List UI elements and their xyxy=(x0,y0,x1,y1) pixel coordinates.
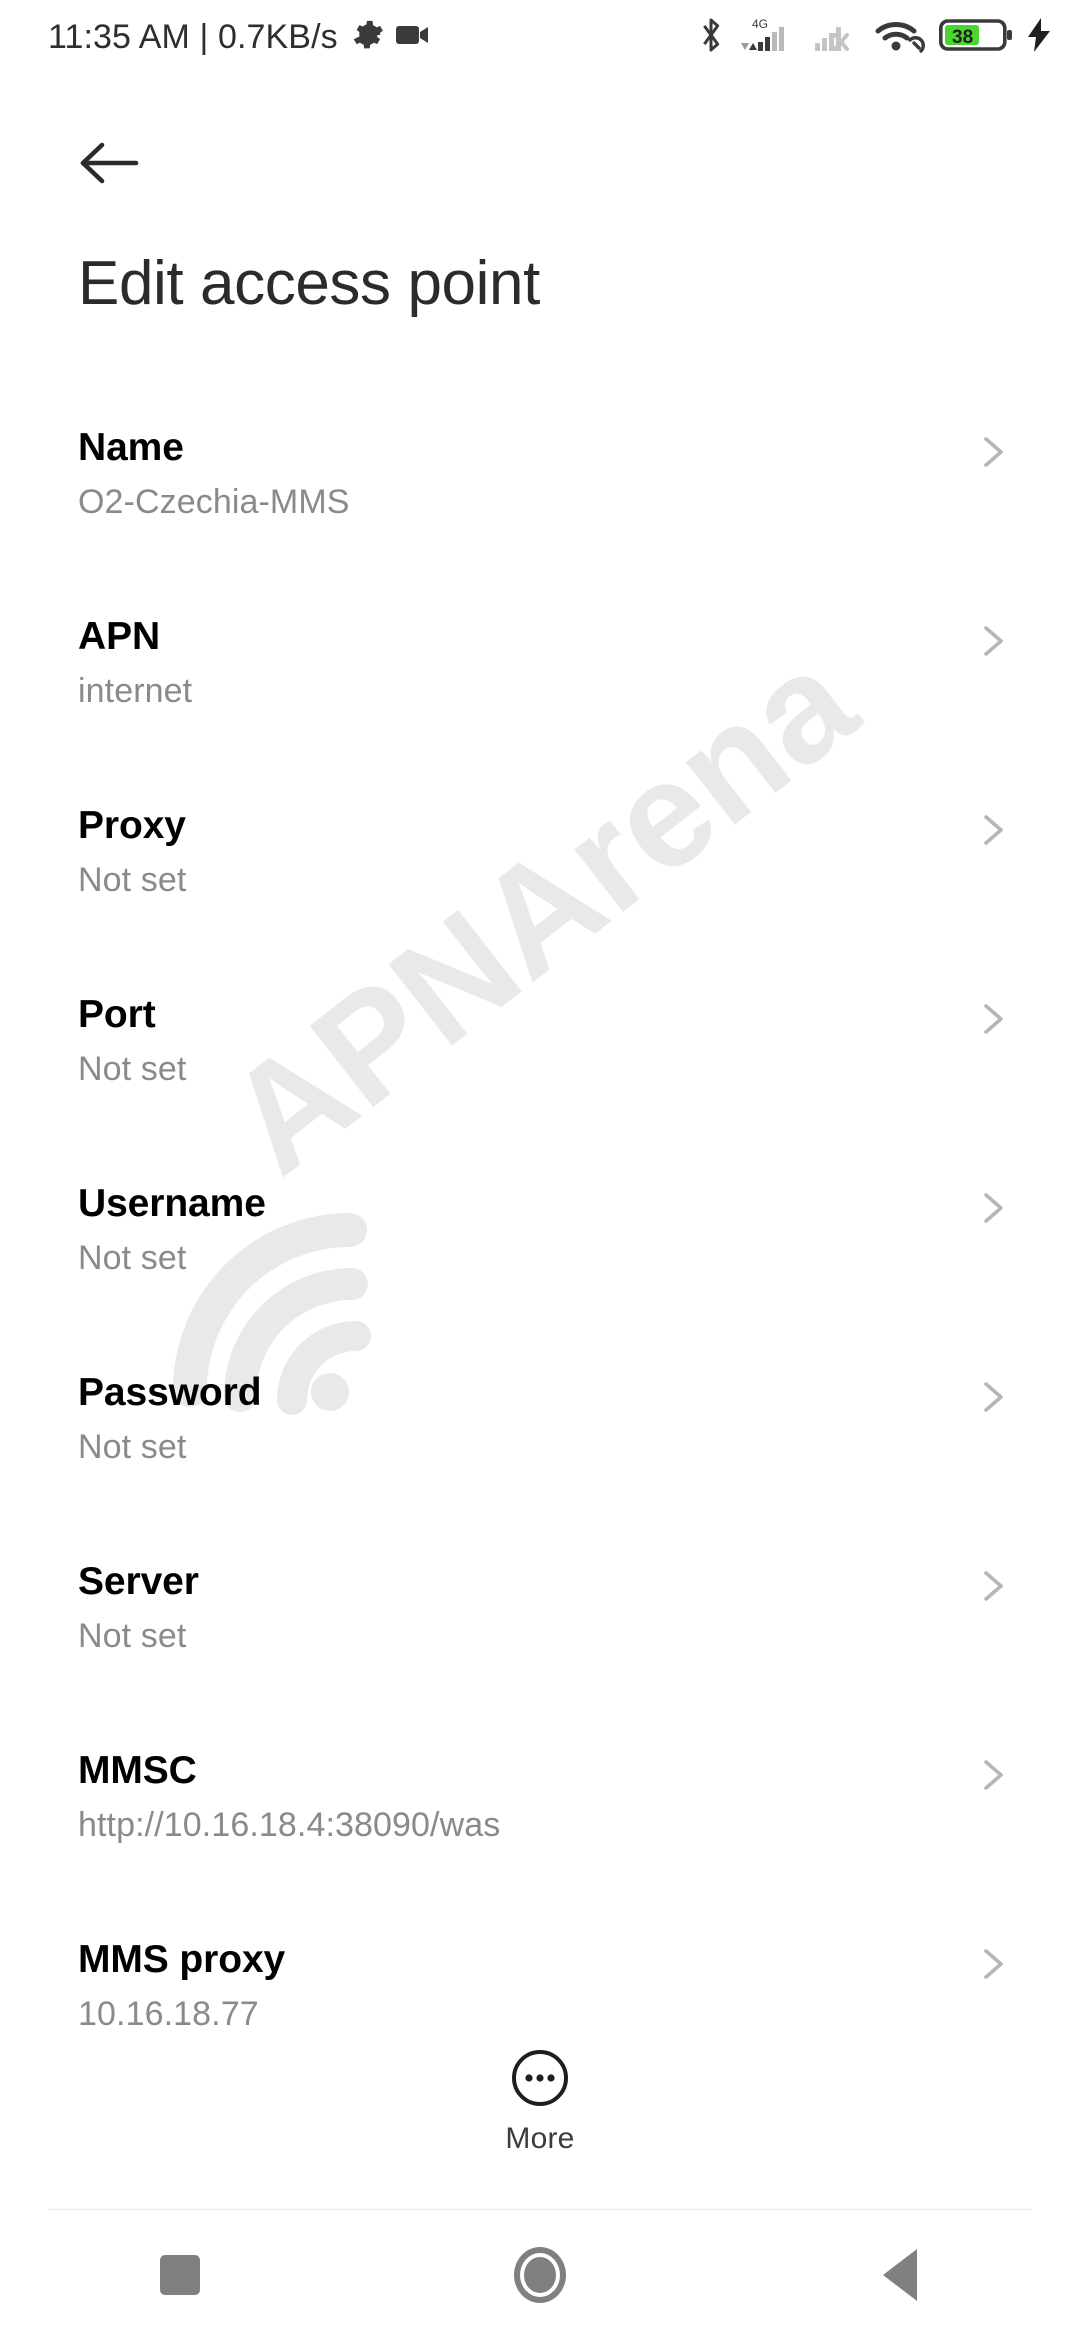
svg-text:38: 38 xyxy=(952,27,973,48)
chevron-right-icon xyxy=(970,430,1014,474)
chevron-right-icon xyxy=(970,1564,1014,1608)
navigation-bar xyxy=(0,2210,1080,2340)
setting-row-port[interactable]: Port Not set xyxy=(0,975,1080,1164)
more-button[interactable]: More xyxy=(0,2046,1080,2156)
chevron-right-icon xyxy=(970,997,1014,1041)
setting-row-proxy[interactable]: Proxy Not set xyxy=(0,786,1080,975)
camcorder-icon xyxy=(395,23,432,52)
row-title: Port xyxy=(78,993,156,1036)
row-title: APN xyxy=(78,615,161,658)
setting-row-username[interactable]: Username Not set xyxy=(0,1164,1080,1353)
arrow-left-icon xyxy=(78,140,140,191)
row-title: Server xyxy=(78,1560,199,1603)
setting-row-server[interactable]: Server Not set xyxy=(0,1542,1080,1731)
setting-row-password[interactable]: Password Not set xyxy=(0,1353,1080,1542)
nav-back-button[interactable] xyxy=(720,2210,1080,2340)
settings-list: Name O2-Czechia-MMS APN internet Proxy N… xyxy=(0,408,1080,2109)
chevron-right-icon xyxy=(970,619,1014,663)
row-value: Not set xyxy=(78,1239,187,1277)
more-label: More xyxy=(505,2122,575,2155)
row-value: Not set xyxy=(78,861,187,899)
recents-square-icon xyxy=(160,2255,200,2295)
status-bar-clock-and-speed: 11:35 AM | 0.7KB/s xyxy=(48,17,338,56)
chevron-right-icon xyxy=(970,1942,1014,1986)
status-bar-left: 11:35 AM | 0.7KB/s xyxy=(48,18,432,57)
row-value: internet xyxy=(78,672,193,710)
more-dots-circle-icon xyxy=(508,2046,572,2110)
gear-icon xyxy=(350,18,384,57)
chevron-right-icon xyxy=(970,1186,1014,1230)
row-value: 10.16.18.77 xyxy=(78,1995,259,2033)
row-title: MMS proxy xyxy=(78,1938,286,1981)
back-button[interactable] xyxy=(64,120,154,210)
phone-screen: 11:35 AM | 0.7KB/s 4G 38 APNArena Edit a… xyxy=(0,0,1080,2340)
chevron-right-icon xyxy=(970,1375,1014,1419)
home-circle-icon xyxy=(514,2247,566,2303)
charging-bolt-icon xyxy=(1026,16,1052,59)
row-value: O2-Czechia-MMS xyxy=(78,483,350,521)
chevron-right-icon xyxy=(970,808,1014,852)
row-title: Password xyxy=(78,1371,262,1414)
nav-recents-button[interactable] xyxy=(0,2210,360,2340)
status-bar-right: 4G 38 xyxy=(697,15,1052,60)
page-title: Edit access point xyxy=(78,249,540,318)
signal-4g-icon: 4G xyxy=(738,15,800,60)
row-value: http://10.16.18.4:38090/was xyxy=(78,1806,501,1844)
battery-icon: 38 xyxy=(938,16,1013,59)
row-title: Username xyxy=(78,1182,266,1225)
row-title: Proxy xyxy=(78,804,186,847)
status-bar: 11:35 AM | 0.7KB/s 4G 38 xyxy=(0,0,1080,74)
chevron-right-icon xyxy=(970,1753,1014,1797)
back-triangle-icon xyxy=(883,2249,917,2301)
row-title: MMSC xyxy=(78,1749,197,1792)
row-value: Not set xyxy=(78,1428,187,1466)
svg-text:4G: 4G xyxy=(752,17,768,31)
row-title: Name xyxy=(78,426,184,469)
row-value: Not set xyxy=(78,1617,187,1655)
setting-row-apn[interactable]: APN internet xyxy=(0,597,1080,786)
row-value: Not set xyxy=(78,1050,187,1088)
nav-home-button[interactable] xyxy=(360,2210,720,2340)
signal-sim2-off-icon xyxy=(813,15,861,60)
bluetooth-icon xyxy=(697,15,725,60)
setting-row-mmsc[interactable]: MMSC http://10.16.18.4:38090/was xyxy=(0,1731,1080,1920)
wifi-icon xyxy=(874,15,926,60)
setting-row-name[interactable]: Name O2-Czechia-MMS xyxy=(0,408,1080,597)
